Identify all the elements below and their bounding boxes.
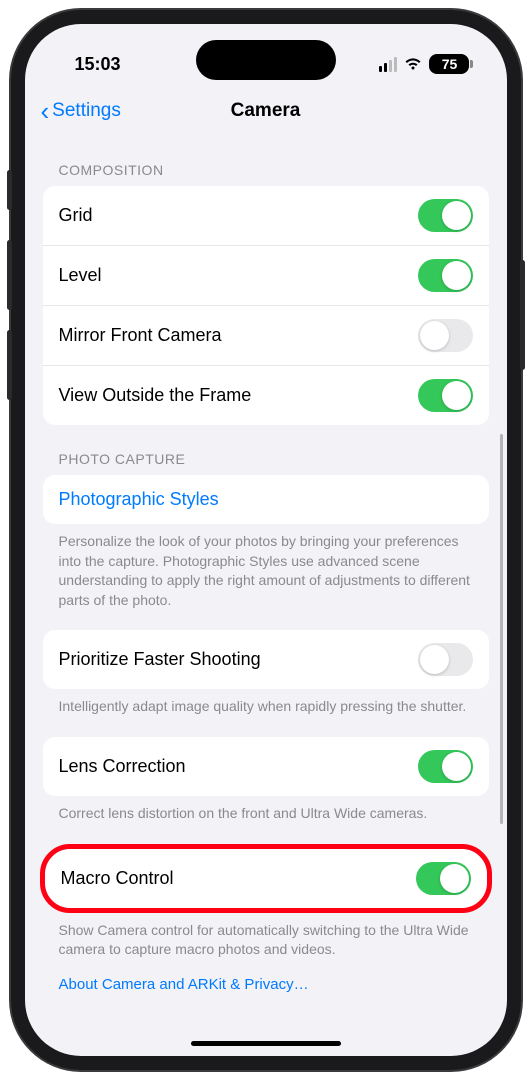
row-mirror-front-camera: Mirror Front Camera (43, 305, 489, 365)
faster-shooting-group: Prioritize Faster Shooting (43, 630, 489, 689)
side-button (7, 240, 12, 310)
home-indicator[interactable] (191, 1041, 341, 1046)
about-camera-link[interactable]: About Camera and ARKit & Privacy… (43, 960, 489, 993)
row-level: Level (43, 245, 489, 305)
row-label: Prioritize Faster Shooting (59, 649, 261, 670)
row-label: Photographic Styles (59, 489, 219, 510)
chevron-left-icon: ‹ (41, 98, 50, 124)
row-photographic-styles[interactable]: Photographic Styles (43, 475, 489, 524)
row-label: Macro Control (61, 868, 174, 889)
row-label: View Outside the Frame (59, 385, 252, 406)
photographic-styles-group: Photographic Styles (43, 475, 489, 524)
row-lens-correction: Lens Correction (43, 737, 489, 796)
composition-group: Grid Level Mirror Front Camera View Outs… (43, 186, 489, 425)
row-view-outside-frame: View Outside the Frame (43, 365, 489, 425)
page-title: Camera (231, 100, 301, 122)
row-label: Level (59, 265, 102, 286)
phone-frame: 15:03 75 ‹ Settings (11, 10, 521, 1070)
side-button (7, 330, 12, 400)
toggle-prioritize-faster-shooting[interactable] (418, 643, 473, 676)
row-label: Lens Correction (59, 756, 186, 777)
signal-icon (379, 57, 397, 72)
footer-lens-correction: Correct lens distortion on the front and… (43, 796, 489, 824)
status-time: 15:03 (75, 54, 121, 75)
row-prioritize-faster-shooting: Prioritize Faster Shooting (43, 630, 489, 689)
section-header-photo-capture: PHOTO CAPTURE (43, 425, 489, 475)
back-button[interactable]: ‹ Settings (41, 98, 121, 124)
wifi-icon (404, 57, 422, 71)
footer-photographic-styles: Personalize the look of your photos by b… (43, 524, 489, 610)
navigation-bar: ‹ Settings Camera (25, 84, 507, 136)
toggle-mirror-front-camera[interactable] (418, 319, 473, 352)
back-label: Settings (52, 100, 121, 122)
battery-icon: 75 (429, 54, 469, 74)
row-macro-control: Macro Control (45, 849, 487, 908)
toggle-view-outside-frame[interactable] (418, 379, 473, 412)
dynamic-island (196, 40, 336, 80)
scroll-indicator[interactable] (500, 434, 503, 824)
lens-correction-group: Lens Correction (43, 737, 489, 796)
toggle-level[interactable] (418, 259, 473, 292)
side-button (520, 260, 525, 370)
row-label: Grid (59, 205, 93, 226)
toggle-macro-control[interactable] (416, 862, 471, 895)
row-label: Mirror Front Camera (59, 325, 222, 346)
content-area[interactable]: COMPOSITION Grid Level Mirror Front Came… (25, 136, 507, 1048)
section-header-composition: COMPOSITION (43, 136, 489, 186)
row-grid: Grid (43, 186, 489, 245)
side-button (7, 170, 12, 210)
screen: 15:03 75 ‹ Settings (25, 24, 507, 1056)
toggle-lens-correction[interactable] (418, 750, 473, 783)
toggle-grid[interactable] (418, 199, 473, 232)
footer-faster-shooting: Intelligently adapt image quality when r… (43, 689, 489, 717)
highlight-annotation: Macro Control (40, 844, 492, 913)
footer-macro-control: Show Camera control for automatically sw… (43, 913, 489, 960)
macro-control-group: Macro Control (45, 849, 487, 908)
